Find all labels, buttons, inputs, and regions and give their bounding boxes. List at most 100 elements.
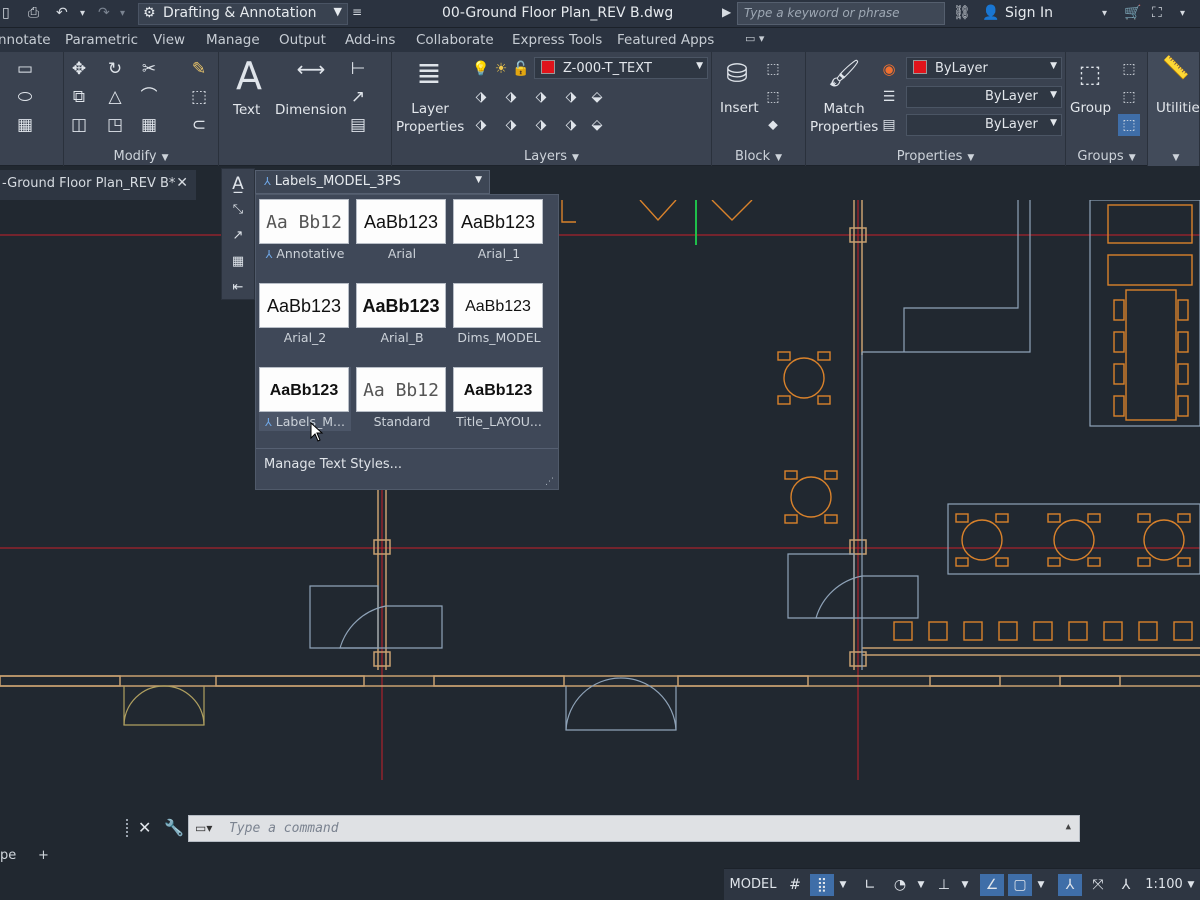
match-properties-label[interactable]: Match Properties bbox=[810, 100, 878, 136]
layer-tool-2-icon[interactable]: ⬗ bbox=[500, 86, 522, 108]
layer-properties-icon[interactable]: ≣ bbox=[410, 54, 448, 94]
annotation-scale-value[interactable]: 1:100 bbox=[1142, 874, 1186, 896]
sign-in-link[interactable]: Sign In bbox=[1005, 5, 1053, 21]
group-icon[interactable]: ⬚ bbox=[1072, 54, 1108, 94]
text-style-arial-b[interactable]: AaBb123 Arial_B bbox=[356, 283, 448, 347]
hatch-icon[interactable]: ▦ bbox=[14, 114, 36, 136]
erase-icon[interactable]: ✎ bbox=[188, 58, 210, 80]
chevron-up-icon[interactable]: ▲ bbox=[1066, 822, 1071, 832]
text-style-arial[interactable]: AaBb123 Arial bbox=[356, 199, 448, 263]
layer-tool-10-icon[interactable]: ⬙ bbox=[586, 114, 608, 136]
text-style-icon[interactable]: A̲ bbox=[227, 173, 249, 195]
workspace-switcher[interactable]: ⚙ Drafting & Annotation ▼ bbox=[138, 3, 348, 25]
modify-panel-title[interactable]: Modify ▼ bbox=[64, 149, 218, 164]
recent-commands-icon[interactable]: ▭▾ bbox=[195, 821, 212, 835]
array-icon[interactable]: ▦ bbox=[138, 114, 160, 136]
tab-featured-apps[interactable]: Featured Apps bbox=[617, 32, 714, 48]
text-style-title-layout[interactable]: AaBb123 Title_LAYOU... bbox=[453, 367, 545, 431]
color-dropdown[interactable]: ByLayer ▼ bbox=[906, 57, 1062, 79]
add-layout-button[interactable]: + bbox=[38, 848, 49, 863]
snap-icon[interactable]: ⣿ bbox=[810, 874, 834, 896]
ribbon-minimize-icon[interactable]: ▭ ▾ bbox=[745, 32, 764, 45]
mirror-icon[interactable]: △ bbox=[104, 86, 126, 108]
isodraft-icon[interactable]: ⊥ bbox=[932, 874, 956, 896]
tab-view[interactable]: View bbox=[153, 32, 185, 48]
tab-manage[interactable]: Manage bbox=[206, 32, 260, 48]
search-input[interactable]: Type a keyword or phrase bbox=[737, 2, 945, 25]
current-layer-dropdown[interactable]: Z-000-T_TEXT ▼ bbox=[534, 57, 708, 79]
binoculars-icon[interactable]: ⛓ bbox=[953, 5, 971, 23]
table-style-icon[interactable]: ▦ bbox=[227, 251, 249, 273]
snap-dropdown-icon[interactable]: ▼ bbox=[836, 874, 850, 896]
tab-add-ins[interactable]: Add-ins bbox=[345, 32, 395, 48]
offset-icon[interactable]: ⊂ bbox=[188, 114, 210, 136]
redo-dropdown-icon[interactable]: ▾ bbox=[120, 8, 125, 26]
text-style-standard[interactable]: Aa Bb12 Standard bbox=[356, 367, 448, 431]
object-snap-tracking-icon[interactable]: ∠ bbox=[980, 874, 1004, 896]
grid-icon[interactable]: # bbox=[784, 874, 806, 896]
file-tab[interactable]: -Ground Floor Plan_REV B* ✕ bbox=[0, 170, 196, 200]
move-icon[interactable]: ✥ bbox=[68, 58, 90, 80]
command-input[interactable]: ▭▾ Type a command ▲ bbox=[188, 815, 1080, 842]
object-snap-dropdown-icon[interactable]: ▼ bbox=[1034, 874, 1048, 896]
layer-tool-8-icon[interactable]: ⬗ bbox=[530, 114, 552, 136]
manage-text-styles-link[interactable]: Manage Text Styles... bbox=[264, 457, 402, 472]
tab-annotate[interactable]: nnotate bbox=[0, 32, 51, 48]
text-style-annotative[interactable]: Aa Bb12 ⅄ Annotative bbox=[259, 199, 351, 263]
text-style-labels-model[interactable]: AaBb123 ⅄ Labels_M... bbox=[259, 367, 351, 431]
tab-express-tools[interactable]: Express Tools bbox=[512, 32, 602, 48]
customize-toolbar-icon[interactable]: ≡ bbox=[352, 5, 362, 23]
annotation-visibility-icon[interactable]: ⅄ bbox=[1058, 874, 1082, 896]
leader-style-icon[interactable]: ⇤ bbox=[227, 277, 249, 299]
ungroup-icon[interactable]: ⬚ bbox=[1118, 58, 1140, 80]
dimension-style-icon[interactable]: ⤡ bbox=[227, 199, 249, 221]
insert-label[interactable]: Insert bbox=[720, 100, 759, 116]
new-file-icon[interactable]: ▯ bbox=[2, 5, 10, 23]
edit-block-icon[interactable]: ⬚ bbox=[762, 86, 784, 108]
model-space-button[interactable]: MODEL bbox=[726, 874, 780, 896]
chevron-right-icon[interactable]: ▶ bbox=[722, 5, 731, 23]
redo-icon[interactable]: ↷ bbox=[98, 5, 110, 23]
annotation-scale-icon[interactable]: ⅄ bbox=[1114, 874, 1138, 896]
create-block-icon[interactable]: ⬚ bbox=[762, 58, 784, 80]
utilities-label[interactable]: Utilities bbox=[1156, 100, 1200, 116]
tab-collaborate[interactable]: Collaborate bbox=[416, 32, 494, 48]
isodraft-dropdown-icon[interactable]: ▼ bbox=[958, 874, 972, 896]
drag-handle[interactable] bbox=[126, 819, 132, 837]
text-style-dropdown[interactable]: ⅄ Labels_MODEL_3PS ▼ bbox=[255, 170, 490, 194]
insert-block-icon[interactable]: ⛁ bbox=[720, 54, 754, 94]
groups-panel-title[interactable]: Groups ▼ bbox=[1066, 149, 1147, 164]
text-tool-label[interactable]: Text bbox=[233, 102, 260, 118]
polar-tracking-icon[interactable]: ◔ bbox=[888, 874, 912, 896]
tab-output[interactable]: Output bbox=[279, 32, 326, 48]
model-tab[interactable]: pe bbox=[0, 848, 16, 863]
close-icon[interactable]: ✕ bbox=[138, 818, 151, 837]
dimension-tool-label[interactable]: Dimension bbox=[275, 102, 347, 118]
layer-tool-5-icon[interactable]: ⬙ bbox=[586, 86, 608, 108]
print-icon[interactable]: ⎙ bbox=[28, 5, 39, 23]
dimension-icon[interactable]: ⟷ bbox=[289, 58, 333, 80]
measure-icon[interactable]: 📏 bbox=[1158, 58, 1194, 80]
ellipse-icon[interactable]: ⬭ bbox=[14, 86, 36, 108]
layer-tool-1-icon[interactable]: ⬗ bbox=[470, 86, 492, 108]
text-style-arial-2[interactable]: AaBb123 Arial_2 bbox=[259, 283, 351, 347]
layer-tool-7-icon[interactable]: ⬗ bbox=[500, 114, 522, 136]
layer-tool-4-icon[interactable]: ⬗ bbox=[560, 86, 582, 108]
layer-properties-label[interactable]: Layer Properties bbox=[396, 100, 464, 136]
match-properties-icon[interactable]: 🖌 bbox=[824, 54, 864, 94]
scale-icon[interactable]: ◳ bbox=[104, 114, 126, 136]
explode-icon[interactable]: ⬚ bbox=[188, 86, 210, 108]
leader-icon[interactable]: ⊢ bbox=[347, 58, 369, 80]
layer-tool-9-icon[interactable]: ⬗ bbox=[560, 114, 582, 136]
properties-panel-title[interactable]: Properties ▼ bbox=[806, 149, 1065, 164]
polar-dropdown-icon[interactable]: ▼ bbox=[914, 874, 928, 896]
wrench-icon[interactable]: 🔧 bbox=[164, 818, 184, 837]
object-snap-icon[interactable]: ▢ bbox=[1008, 874, 1032, 896]
sign-in-dropdown-icon[interactable]: ▾ bbox=[1102, 8, 1107, 26]
rectangle-icon[interactable]: ▭ bbox=[14, 58, 36, 80]
text-style-arial-1[interactable]: AaBb123 Arial_1 bbox=[453, 199, 545, 263]
trim-icon[interactable]: ✂ bbox=[138, 58, 160, 80]
lineweight-dropdown[interactable]: ByLayer ▼ bbox=[906, 114, 1062, 136]
fillet-icon[interactable]: ⌒ bbox=[138, 86, 160, 108]
help-dropdown-icon[interactable]: ▾ bbox=[1180, 8, 1185, 26]
